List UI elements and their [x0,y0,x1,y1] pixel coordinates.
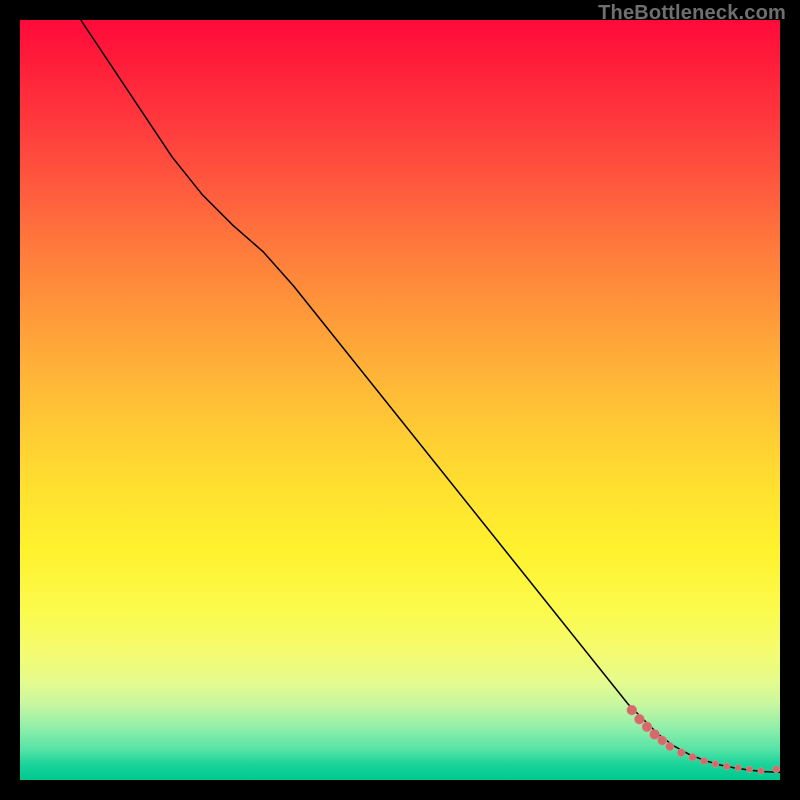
marker-point [677,749,685,757]
marker-point [712,761,719,768]
marker-point [642,722,652,732]
marker-point [658,736,667,745]
marker-point [746,766,752,772]
chart-frame: TheBottleneck.com [20,20,780,780]
bottleneck-curve [81,20,780,772]
marker-point [773,766,780,773]
marker-point [758,768,764,774]
marker-point [689,753,697,761]
marker-point [700,757,707,764]
marker-point [627,705,637,715]
chart-overlay-svg [20,20,780,780]
marker-point [735,765,741,771]
marker-point [723,763,730,770]
recommendation-markers [627,705,780,774]
marker-point [666,742,674,750]
plot-area [20,20,780,780]
marker-point [634,714,644,724]
